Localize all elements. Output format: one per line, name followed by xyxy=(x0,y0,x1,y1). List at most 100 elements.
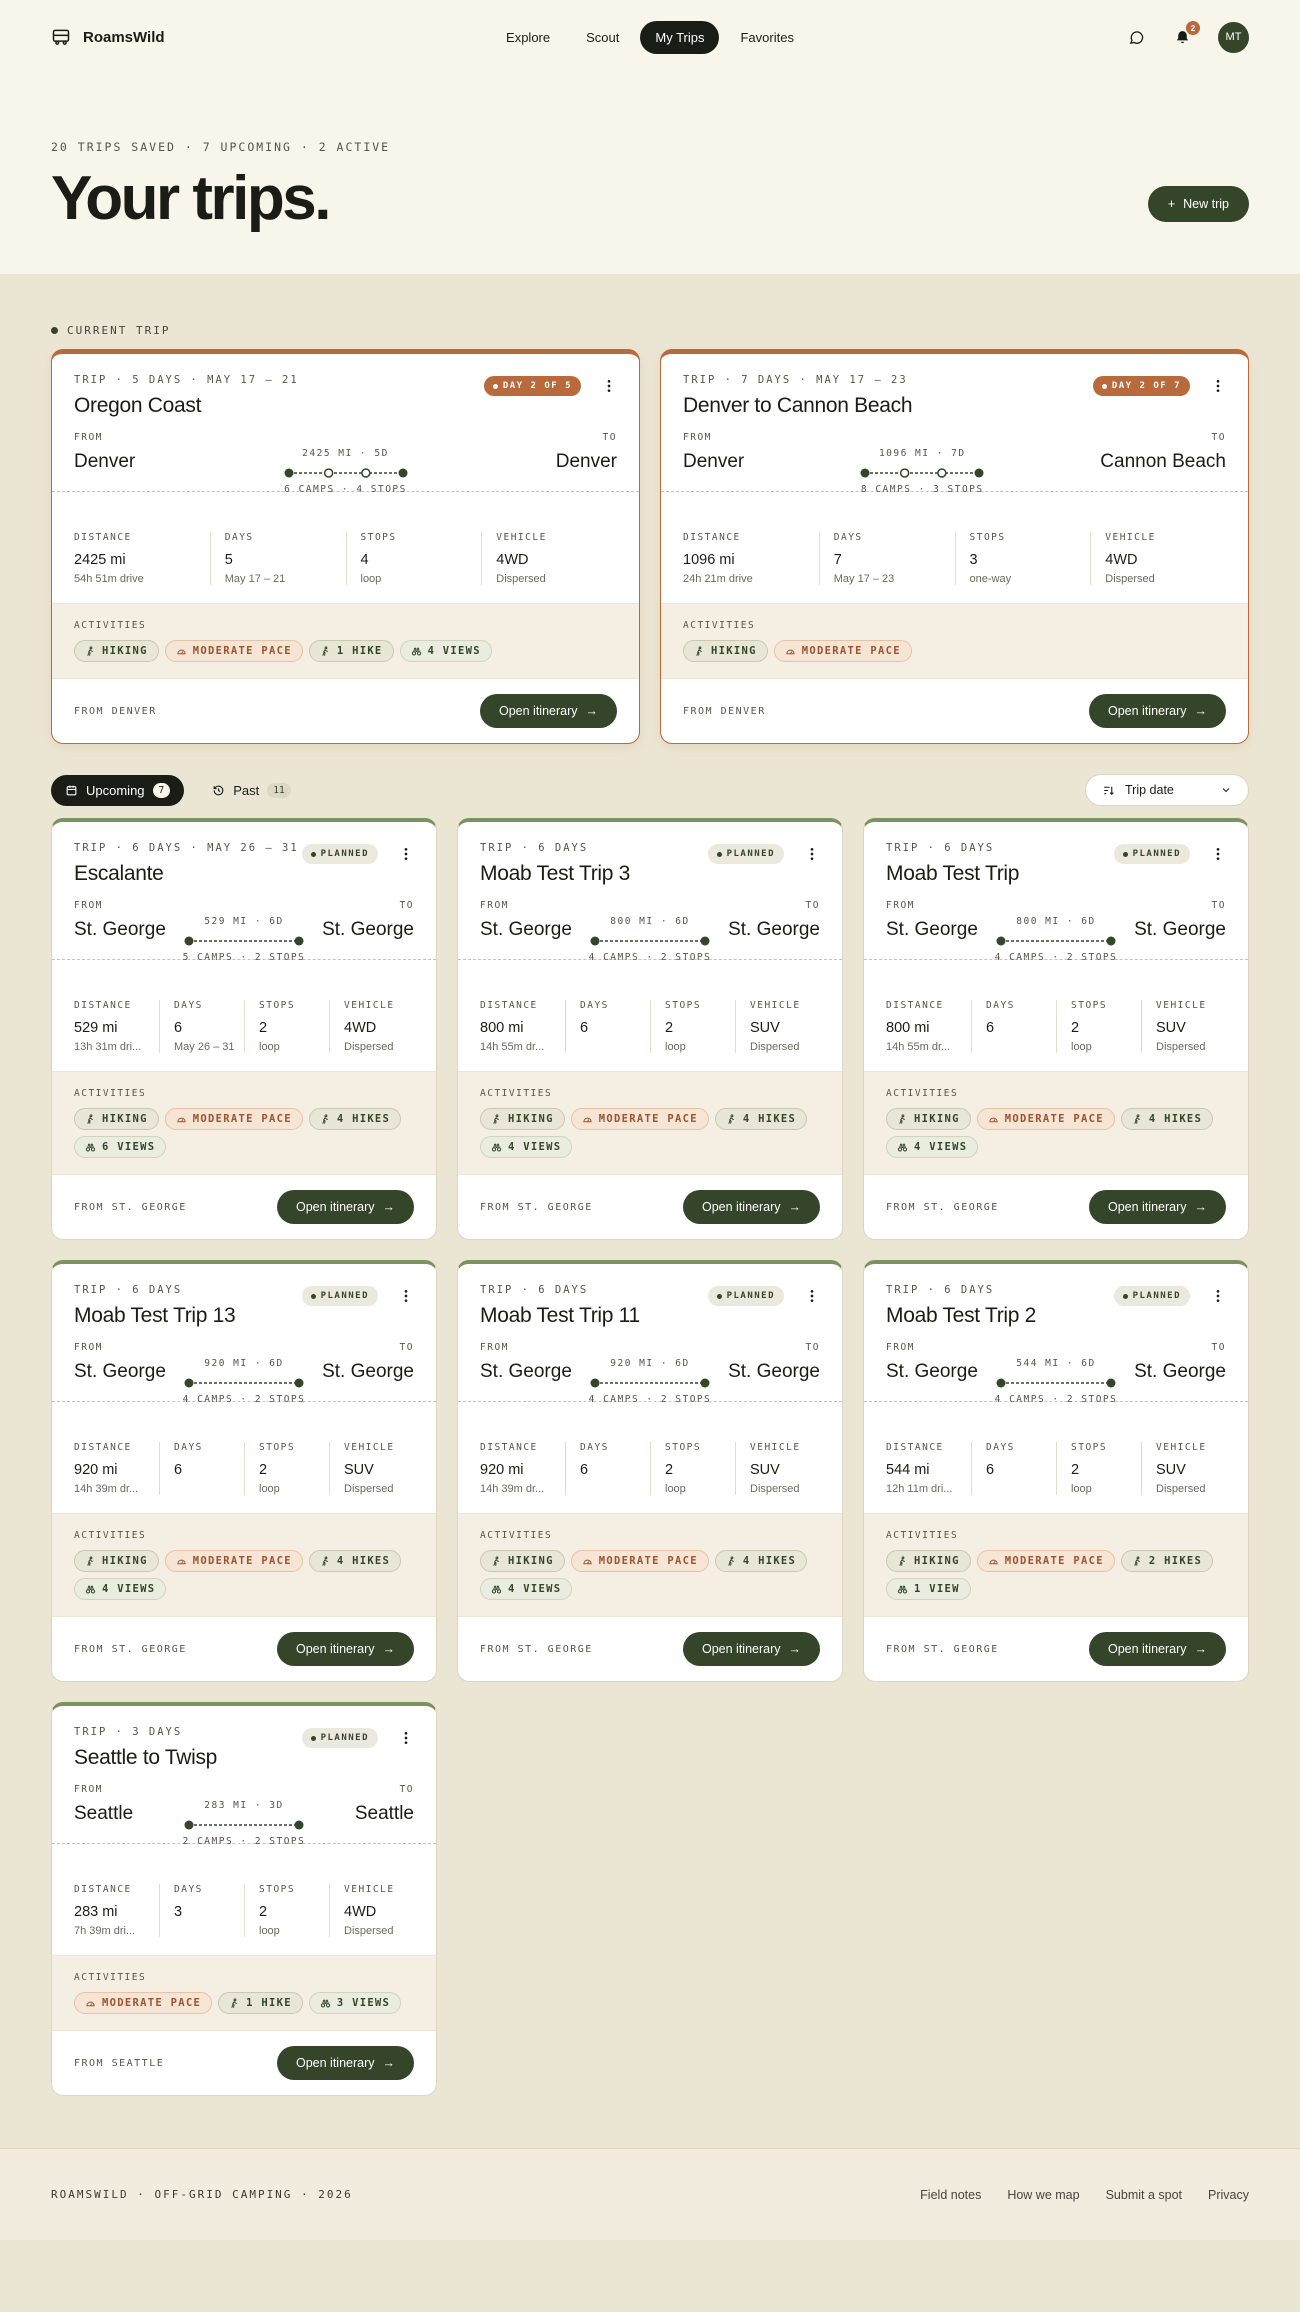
more-options-icon[interactable] xyxy=(1210,378,1226,394)
nav-link-explore[interactable]: Explore xyxy=(491,21,565,54)
to-label: TO xyxy=(1211,432,1226,443)
activity-chip: MODERATE PACE xyxy=(570,1550,709,1572)
sort-select[interactable]: Trip date xyxy=(1085,774,1249,806)
route-graphic: 283 MI · 3D 2 CAMPS · 2 STOPS xyxy=(183,1800,306,1847)
trip-card-footer: FROM ST. GEORGE Open itinerary → xyxy=(458,1175,842,1239)
footer-link-submit-spot[interactable]: Submit a spot xyxy=(1106,2188,1182,2202)
tab-past[interactable]: Past 11 xyxy=(198,775,304,806)
to-city: Denver xyxy=(555,451,617,472)
open-itinerary-button[interactable]: Open itinerary → xyxy=(479,694,617,728)
hiker-icon xyxy=(899,1113,905,1124)
route-distance: 800 MI · 6D xyxy=(1016,916,1096,927)
route-from: FROM St. George xyxy=(74,900,166,941)
arrow-right-icon: → xyxy=(382,1642,396,1656)
open-itinerary-button[interactable]: Open itinerary → xyxy=(276,1632,414,1666)
from-label: FROM xyxy=(683,432,712,443)
activity-chips: HIKING MODERATE PACE 1 HIKE 4 VIEWS xyxy=(74,640,617,662)
more-options-icon[interactable] xyxy=(398,846,414,862)
nav-link-scout[interactable]: Scout xyxy=(571,21,634,54)
avatar[interactable]: MT xyxy=(1217,21,1249,53)
route-start-dot xyxy=(996,1378,1006,1388)
open-itinerary-button[interactable]: Open itinerary → xyxy=(1088,1190,1226,1224)
route-graphic: 529 MI · 6D 5 CAMPS · 2 STOPS xyxy=(183,916,306,963)
route-line xyxy=(860,468,984,478)
footer-link-how-we-map[interactable]: How we map xyxy=(1007,2188,1079,2202)
more-options-icon[interactable] xyxy=(804,846,820,862)
tab-past-label: Past xyxy=(233,782,260,798)
to-city: St. George xyxy=(728,919,820,940)
hiker-icon xyxy=(322,1555,328,1566)
route-end-dot xyxy=(974,468,984,478)
footer-links: Field notes How we map Submit a spot Pri… xyxy=(920,2188,1249,2202)
trip-card-header: TRIP · 6 DAYS Moab Test Trip 11 PLANNED … xyxy=(458,1264,842,1405)
route-distance: 920 MI · 6D xyxy=(610,1358,690,1369)
open-itinerary-button[interactable]: Open itinerary → xyxy=(276,1190,414,1224)
status-badge: PLANNED xyxy=(707,1286,784,1306)
footer-link-field-notes[interactable]: Field notes xyxy=(920,2188,981,2202)
notifications-button[interactable]: 2 xyxy=(1172,21,1200,48)
nav-link-favorites[interactable]: Favorites xyxy=(725,21,808,54)
from-city: St. George xyxy=(480,1361,572,1382)
status-dot-icon xyxy=(1122,851,1128,857)
activity-chip: 4 HIKES xyxy=(308,1108,402,1130)
more-options-icon[interactable] xyxy=(804,1288,820,1304)
more-options-icon[interactable] xyxy=(398,1288,414,1304)
stat-distance: DISTANCE 2425 mi 54h 51m drive xyxy=(74,532,144,585)
messages-button[interactable] xyxy=(1126,26,1148,48)
status-dot-icon xyxy=(716,1293,722,1299)
trip-card[interactable]: TRIP · 6 DAYS Moab Test Trip 3 PLANNED F… xyxy=(457,818,843,1240)
route-start-dot xyxy=(184,936,194,946)
stat-stops: STOPS 2 loop xyxy=(244,1442,329,1495)
trip-card[interactable]: TRIP · 6 DAYS Moab Test Trip PLANNED FRO… xyxy=(863,818,1249,1240)
stat-stops: STOPS 2 loop xyxy=(650,1000,735,1053)
route-camps-stops: 4 CAMPS · 2 STOPS xyxy=(994,1394,1118,1405)
trip-card[interactable]: TRIP · 6 DAYS Moab Test Trip 11 PLANNED … xyxy=(457,1260,843,1682)
trip-card[interactable]: TRIP · 5 DAYS · MAY 17 – 21 Oregon Coast… xyxy=(51,349,640,744)
open-itinerary-button[interactable]: Open itinerary → xyxy=(1088,1632,1226,1666)
from-city: St. George xyxy=(886,919,978,940)
more-options-icon[interactable] xyxy=(1210,846,1226,862)
route-line xyxy=(284,468,407,478)
trip-card[interactable]: TRIP · 6 DAYS · MAY 26 – 31 Escalante PL… xyxy=(51,818,437,1240)
open-itinerary-button[interactable]: Open itinerary → xyxy=(276,2046,414,2080)
route-graphic: 920 MI · 6D 4 CAMPS · 2 STOPS xyxy=(183,1358,306,1405)
open-itinerary-button[interactable]: Open itinerary → xyxy=(682,1632,820,1666)
arrow-right-icon: → xyxy=(1194,1642,1208,1656)
activity-chip: 3 VIEWS xyxy=(308,1992,402,2014)
trip-stats-row: DISTANCE 920 mi 14h 39m dr... DAYS 6 STO… xyxy=(52,1424,436,1513)
trip-stats-row: DISTANCE 920 mi 14h 39m dr... DAYS 6 STO… xyxy=(458,1424,842,1513)
new-trip-button[interactable]: + New trip xyxy=(1147,186,1249,222)
open-itinerary-button[interactable]: Open itinerary → xyxy=(1088,694,1226,728)
trip-card[interactable]: TRIP · 3 DAYS Seattle to Twisp PLANNED F… xyxy=(51,1702,437,2096)
stat-days: DAYS 3 xyxy=(159,1884,244,1937)
footer-link-privacy[interactable]: Privacy xyxy=(1208,2188,1249,2202)
more-options-icon[interactable] xyxy=(398,1730,414,1746)
activity-chip: 4 VIEWS xyxy=(480,1578,573,1600)
activities-label: ACTIVITIES xyxy=(74,620,147,631)
activity-chip: HIKING xyxy=(74,1550,159,1572)
trip-origin: FROM DENVER xyxy=(74,705,157,717)
route-end-dot xyxy=(294,1820,304,1830)
trip-card[interactable]: TRIP · 7 DAYS · MAY 17 – 23 Denver to Ca… xyxy=(660,349,1249,744)
hiker-icon xyxy=(899,1555,905,1566)
more-options-icon[interactable] xyxy=(1210,1288,1226,1304)
stat-distance: DISTANCE 1096 mi 24h 21m drive xyxy=(683,532,753,585)
route-to: TO Cannon Beach xyxy=(1100,432,1226,473)
status-badge: PLANNED xyxy=(301,844,378,864)
route-summary: FROM St. George 800 MI · 6D 4 CAMPS · 2 … xyxy=(480,900,820,963)
tab-upcoming[interactable]: Upcoming 7 xyxy=(51,774,185,806)
route-graphic: 800 MI · 6D 4 CAMPS · 2 STOPS xyxy=(995,916,1118,963)
nav-link-my-trips[interactable]: My Trips xyxy=(640,20,720,54)
arrow-right-icon: → xyxy=(585,704,599,718)
brand[interactable]: RoamsWild xyxy=(51,27,311,47)
open-itinerary-button[interactable]: Open itinerary → xyxy=(682,1190,820,1224)
to-label: TO xyxy=(399,1342,414,1353)
trip-card-header: TRIP · 6 DAYS Moab Test Trip 3 PLANNED F… xyxy=(458,822,842,963)
trip-card[interactable]: TRIP · 6 DAYS Moab Test Trip 2 PLANNED F… xyxy=(863,1260,1249,1682)
footer-copyright: ROAMSWILD · OFF-GRID CAMPING · 2026 xyxy=(51,2188,353,2201)
more-options-icon[interactable] xyxy=(601,378,617,394)
from-label: FROM xyxy=(74,1784,103,1795)
route-graphic: 2425 MI · 5D 6 CAMPS · 4 STOPS xyxy=(284,448,408,495)
route-summary: FROM St. George 544 MI · 6D 4 CAMPS · 2 … xyxy=(886,1342,1226,1405)
trip-card[interactable]: TRIP · 6 DAYS Moab Test Trip 13 PLANNED … xyxy=(51,1260,437,1682)
